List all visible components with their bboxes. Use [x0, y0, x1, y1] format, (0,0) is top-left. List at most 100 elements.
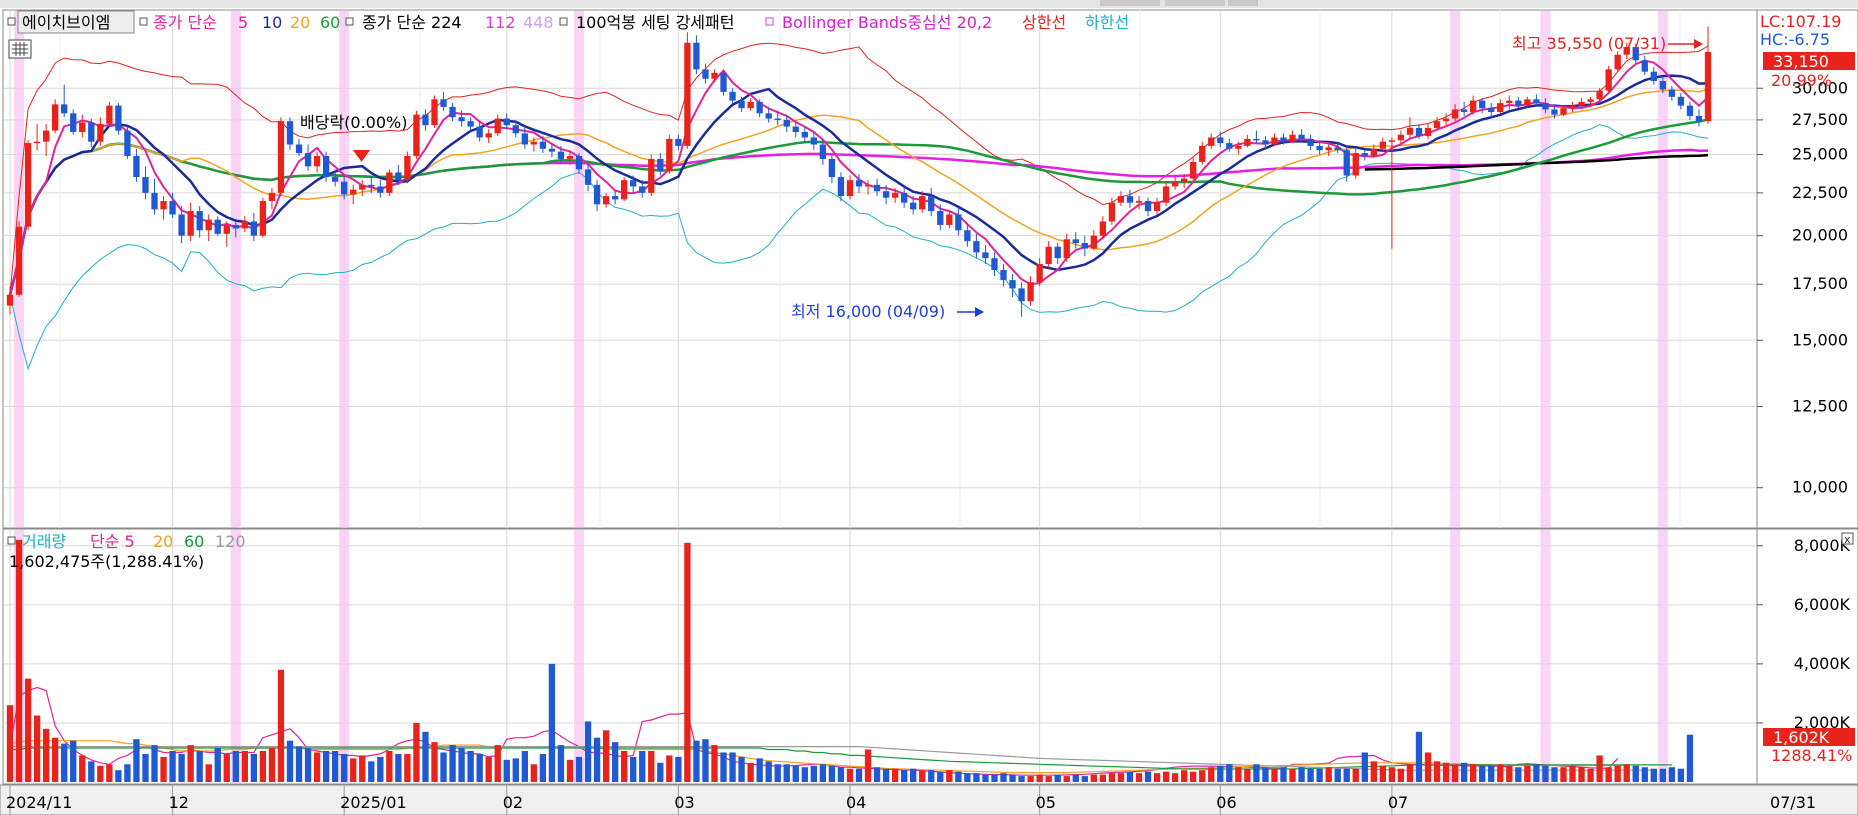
volume-highlight-band	[230, 530, 241, 783]
volume-legend-120: 120	[215, 532, 246, 551]
top-tab-3[interactable]	[1228, 0, 1258, 6]
volume-bar	[539, 753, 547, 782]
legend-ma-112: 112	[485, 13, 516, 32]
volume-bar	[295, 746, 303, 782]
volume-bar	[973, 773, 980, 782]
volume-bar	[1460, 762, 1468, 782]
volume-bar	[1000, 773, 1007, 782]
volume-bar	[1515, 767, 1522, 782]
candle-body	[304, 153, 312, 167]
legend-ma-60: 60	[320, 13, 340, 32]
candle-body	[1686, 105, 1694, 116]
volume-bar	[1533, 764, 1540, 782]
candle-body	[747, 101, 754, 109]
candle-body	[1171, 181, 1179, 187]
volume-bar	[241, 750, 248, 782]
volume-highlight-band	[1540, 530, 1551, 783]
candle-body	[630, 180, 637, 187]
volume-bar	[1506, 765, 1513, 782]
candle-body	[1343, 150, 1350, 176]
volume-bar	[61, 743, 68, 782]
volume-bar	[79, 755, 86, 782]
candle-body	[61, 104, 68, 114]
candle-body	[1099, 221, 1107, 236]
candle-body	[982, 252, 989, 259]
candle-body	[205, 219, 212, 231]
candle-body	[702, 69, 709, 79]
volume-bar	[440, 752, 447, 782]
candle-body	[828, 158, 836, 178]
volume-bar	[675, 756, 682, 782]
candle-body	[313, 155, 321, 167]
candle-body	[241, 221, 248, 229]
candle-body	[1081, 243, 1088, 249]
x-tick-label: 03	[674, 793, 694, 812]
volume-bar	[151, 745, 158, 782]
volume-bar	[1370, 761, 1377, 782]
candle-body	[1217, 137, 1224, 144]
highlight-band	[230, 11, 241, 527]
volume-bar	[729, 752, 736, 782]
candle-body	[395, 172, 402, 181]
candle-body	[341, 181, 348, 195]
volume-bar	[1208, 767, 1215, 782]
candle-body	[1515, 100, 1522, 106]
candle-body	[1190, 161, 1197, 179]
candle-body	[449, 106, 456, 118]
candle-body	[801, 131, 808, 138]
price-change-label: 20.99%	[1771, 71, 1832, 90]
top-strip	[0, 0, 1858, 8]
top-tab-2[interactable]	[1165, 0, 1225, 6]
x-tick-label: 02	[503, 793, 523, 812]
volume-bar	[684, 542, 691, 782]
volume-bar	[882, 768, 890, 782]
volume-bar	[259, 750, 267, 782]
candle-body	[33, 141, 41, 144]
candle-body	[919, 196, 926, 210]
candle-body	[882, 191, 890, 198]
candle-body	[88, 122, 95, 142]
stock-chart: 10,000 12,500 15,000 17,500 20,000 22,500 25,0…	[0, 0, 1858, 815]
volume-bar	[1686, 734, 1694, 782]
x-tick-label: 2024/11	[6, 793, 72, 812]
volume-bar	[404, 753, 411, 782]
candle	[431, 95, 438, 128]
candle-body	[1316, 145, 1323, 151]
candle-body	[864, 184, 872, 187]
top-tab-1[interactable]	[1100, 0, 1160, 6]
volume-bar	[919, 770, 926, 782]
candle-body	[521, 133, 528, 145]
candle-body	[386, 172, 393, 193]
volume-bar	[277, 669, 285, 782]
grid-settings-icon[interactable]	[8, 39, 32, 59]
volume-bar	[630, 756, 637, 782]
volume-bar	[1488, 765, 1495, 782]
volume-highlight-band	[339, 530, 350, 783]
volume-bar	[133, 739, 140, 782]
candle-body	[1614, 54, 1621, 70]
volume-tick-label: 4,000K	[1794, 654, 1851, 673]
candle-body	[1533, 99, 1540, 104]
volume-bar	[1063, 776, 1070, 782]
volume-bar	[819, 764, 827, 782]
volume-bar	[97, 765, 104, 782]
volume-bar	[232, 750, 239, 782]
candle-body	[476, 126, 483, 138]
volume-bar	[1171, 773, 1179, 782]
candle-body	[955, 214, 962, 231]
candle-body	[584, 169, 592, 185]
candle-body	[639, 186, 646, 193]
candle-body	[1226, 143, 1233, 149]
candle-body	[458, 117, 465, 122]
volume-legend-ma: 단순 5	[90, 532, 135, 551]
volume-bar	[828, 765, 836, 782]
candle-body	[15, 226, 23, 295]
volume-panel	[2, 528, 1758, 785]
legend-marker-ma-long	[345, 17, 354, 26]
volume-bar	[214, 748, 221, 782]
volume-bar	[178, 753, 185, 782]
stock-name[interactable]: 에이치브이엠	[22, 13, 110, 32]
volume-bar	[1587, 768, 1594, 782]
candle	[24, 140, 32, 231]
volume-bar	[1605, 767, 1612, 782]
